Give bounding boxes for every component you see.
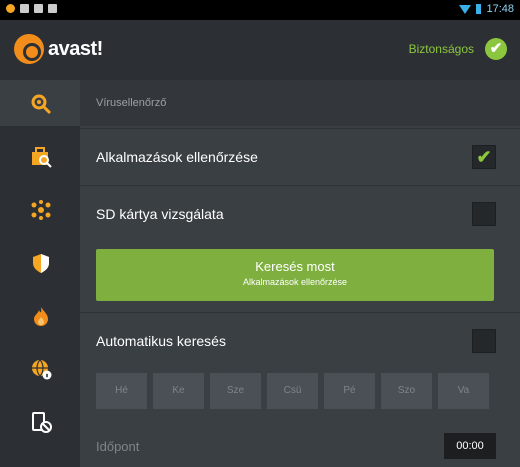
sd-card-checkbox[interactable] [472,202,496,226]
wifi-icon [459,4,472,14]
battery-icon [476,4,482,14]
auto-scan-label: Automatikus keresés [96,333,226,349]
day-toggle-thursday[interactable]: Csü [267,373,318,409]
sidebar-item-firewall[interactable] [0,292,80,338]
clock: 17:48 [486,3,514,15]
action-bar: avast! Biztonságos ✔ [0,20,520,80]
apps-check-checkbox[interactable]: ✔ [472,145,496,169]
scan-button-title: Keresés most [255,259,335,274]
notification-icon [48,4,57,13]
status-bar: 17:48 [0,0,520,20]
notification-icon [34,4,43,13]
day-toggle-saturday[interactable]: Szo [381,373,432,409]
day-toggle-wednesday[interactable]: Sze [210,373,261,409]
sidebar-item-shield[interactable] [0,239,80,285]
time-label: Időpont [96,439,140,454]
time-picker[interactable]: 00:00 [444,433,496,459]
day-toggle-friday[interactable]: Pé [324,373,375,409]
section-title: Vírusellenőrző [80,80,520,126]
system-icons: 17:48 [459,3,514,15]
virus-scan-icon [31,94,52,115]
apps-check-label: Alkalmazások ellenőrzése [96,149,258,165]
day-toggle-monday[interactable]: Hé [96,373,147,409]
sidebar-item-web-shield[interactable] [0,345,80,391]
shield-icon [33,254,49,273]
auto-scan-row[interactable]: Automatikus keresés [80,312,520,369]
sidebar-item-virus-scan[interactable] [0,80,80,126]
app-logo[interactable]: avast! [14,34,103,64]
web-shield-icon [32,359,52,380]
day-toggle-sunday[interactable]: Va [438,373,489,409]
device-block-icon [32,412,52,433]
sidebar-item-network[interactable] [0,186,80,232]
avast-notification-icon [6,4,15,13]
day-toggle-tuesday[interactable]: Ke [153,373,204,409]
device-screen: 17:48 avast! Biztonságos ✔ Vírusellenőrz… [0,0,520,467]
app-lock-icon [32,147,52,168]
sidebar-item-device-block[interactable] [0,398,80,444]
avast-logo-icon [14,34,44,64]
main-panel: Vírusellenőrző Alkalmazások ellenőrzése … [80,80,520,467]
firewall-flame-icon [34,307,48,326]
scan-now-button[interactable]: Keresés most Alkalmazások ellenőrzése [96,249,494,301]
sd-card-row[interactable]: SD kártya vizsgálata [80,185,520,242]
auto-scan-checkbox[interactable] [472,329,496,353]
scan-button-subtitle: Alkalmazások ellenőrzése [242,277,348,287]
network-icon [31,200,51,220]
sidebar [0,80,80,467]
notification-icons [6,4,57,13]
weekday-selector: Hé Ke Sze Csü Pé Szo Va [96,373,489,409]
sd-card-label: SD kártya vizsgálata [96,206,224,222]
security-status-label: Biztonságos [408,42,474,56]
sidebar-item-app-lock[interactable] [0,133,80,179]
app-name: avast! [48,37,103,60]
apps-check-row[interactable]: Alkalmazások ellenőrzése ✔ [80,128,520,185]
check-icon[interactable]: ✔ [485,38,507,60]
notification-icon [20,4,29,13]
